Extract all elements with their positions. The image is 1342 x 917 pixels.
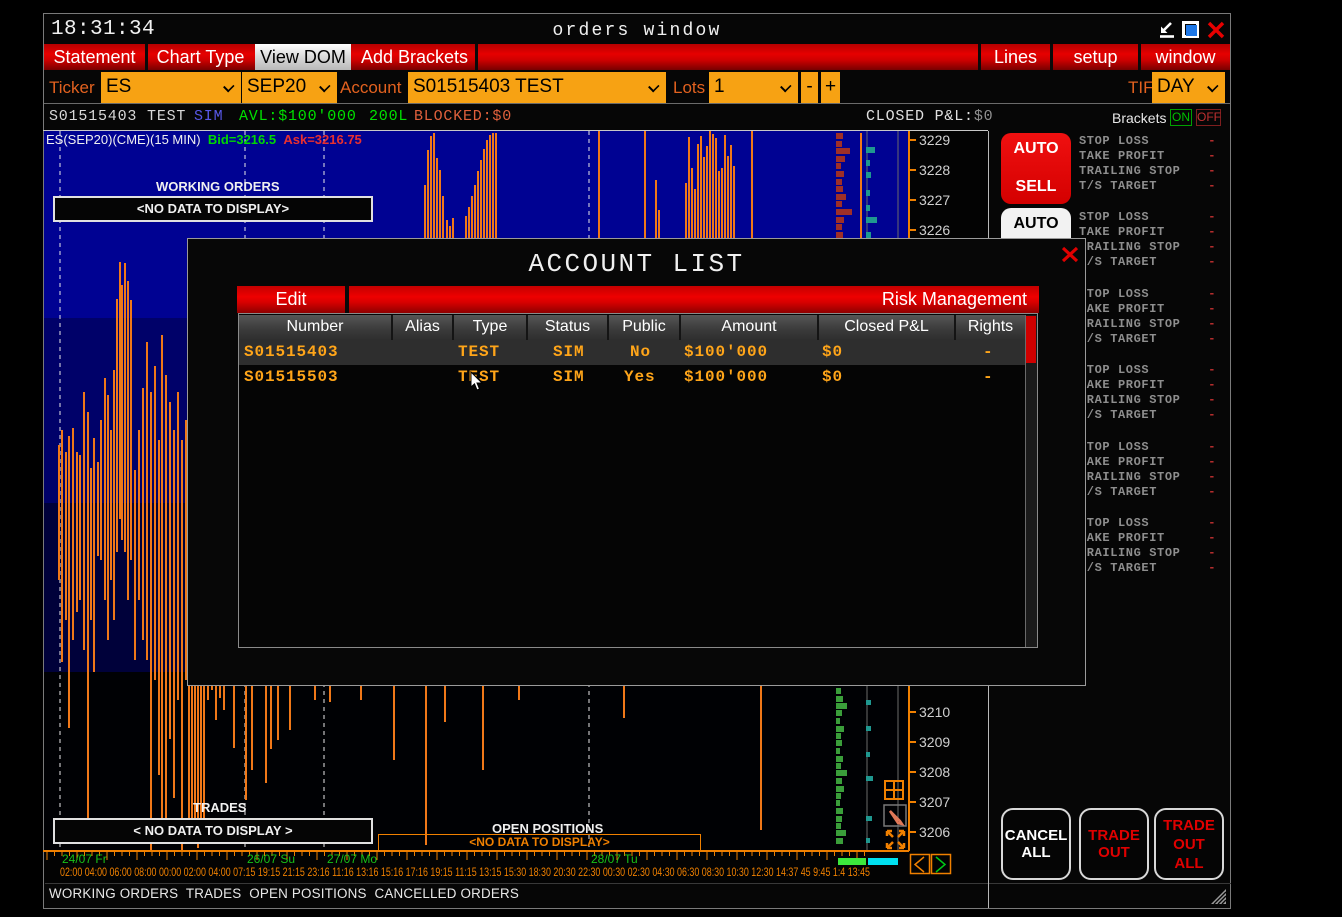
svg-text:27/07 Mo: 27/07 Mo: [327, 852, 377, 866]
svg-text:3228: 3228: [919, 162, 950, 178]
svg-text:28/07 Tu: 28/07 Tu: [591, 852, 638, 866]
svg-text:24/07 Fr: 24/07 Fr: [62, 852, 107, 866]
svg-text:3227: 3227: [919, 192, 950, 208]
svg-text:3206: 3206: [919, 824, 950, 840]
svg-text:3210: 3210: [919, 704, 950, 720]
svg-text:26/07 Su: 26/07 Su: [247, 852, 295, 866]
svg-text:3209: 3209: [919, 734, 950, 750]
svg-text:3207: 3207: [919, 794, 950, 810]
svg-text:02:00 04:00 06:00 08:00 00:00: 02:00 04:00 06:00 08:00 00:00 02:00 04:0…: [60, 865, 870, 879]
svg-text:3226: 3226: [919, 222, 950, 238]
svg-text:3229: 3229: [919, 132, 950, 148]
svg-text:3208: 3208: [919, 764, 950, 780]
